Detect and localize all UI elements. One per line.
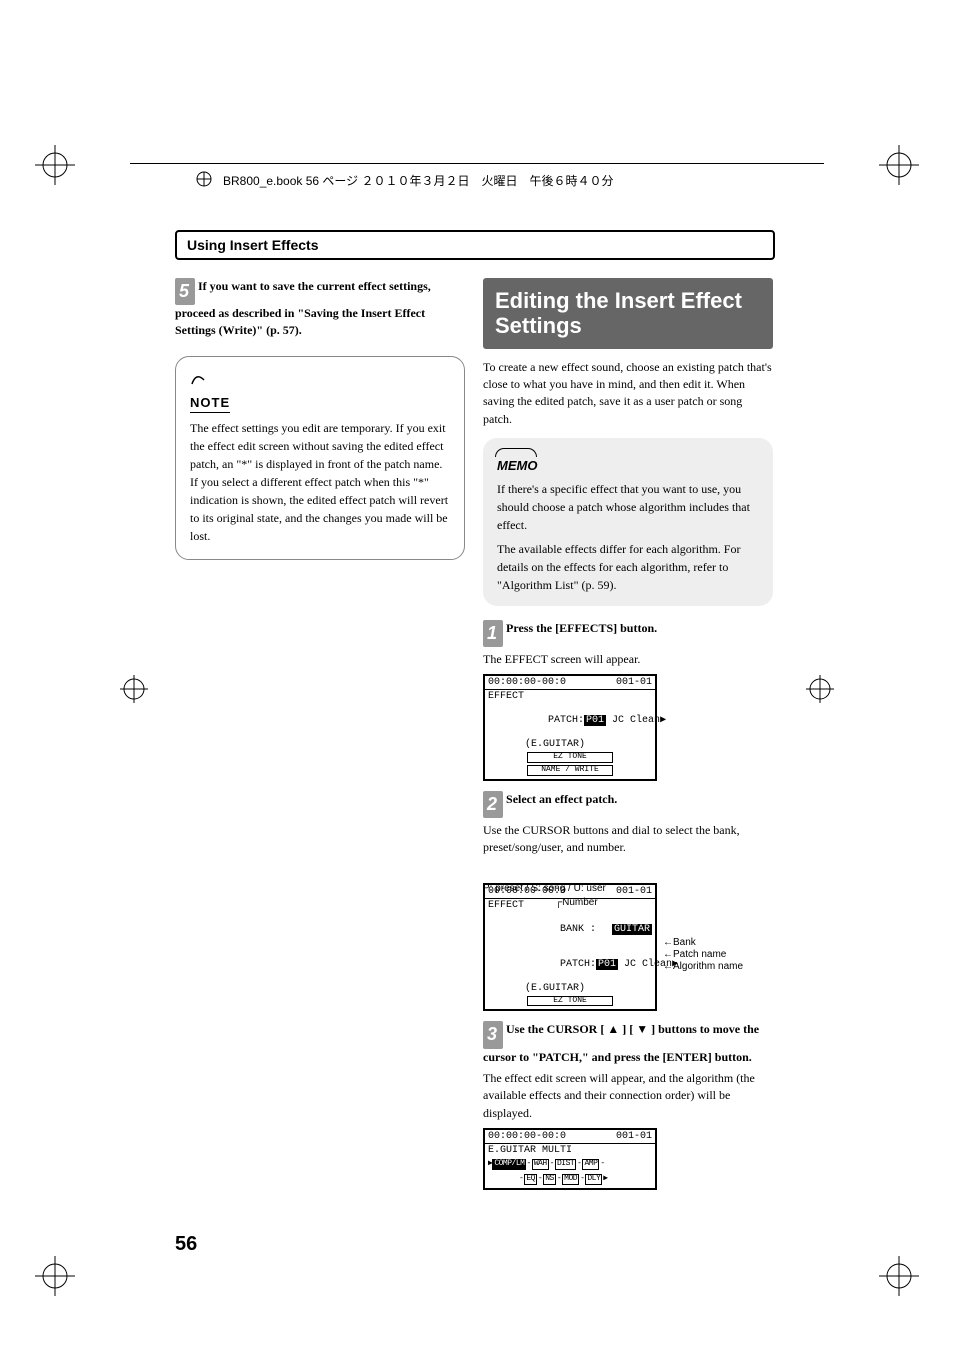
play-icon: ▶	[660, 715, 666, 726]
right-title: Editing the Insert Effect Settings	[483, 278, 773, 349]
lcd3-chain1: ▶COMP/LM-WAH-DIST-AMP-	[485, 1157, 655, 1172]
memo-paragraph-1: If there's a specific effect that you wa…	[497, 480, 759, 534]
crop-mark-br	[879, 1256, 919, 1296]
step-1-text: The EFFECT screen will appear.	[483, 651, 773, 668]
anno-algo: ←Algorithm name	[663, 961, 743, 972]
down-triangle-icon: ▼	[636, 1022, 648, 1036]
lcd3-line2: E.GUITAR MULTI	[485, 1144, 655, 1157]
step-1-bold: Press the [EFFECTS] button.	[506, 621, 657, 635]
note-box: NOTE The effect settings you edit are te…	[175, 356, 465, 561]
print-header-text: BR800_e.book 56 ページ ２０１０年３月２日 火曜日 午後６時４０…	[223, 172, 614, 189]
lcd1-time: 00:00:00-00:0	[488, 677, 566, 688]
lcd3-chain2: -EQ-NS-MOD-DLY▶	[485, 1172, 655, 1188]
lcd2-pos: 001-01	[616, 886, 652, 897]
up-triangle-icon: ▲	[607, 1022, 619, 1036]
memo-box: MEMO If there's a specific effect that y…	[483, 438, 773, 606]
lcd1-namewrite: NAME / WRITE	[527, 765, 613, 776]
note-label: NOTE	[190, 393, 230, 414]
print-header: BR800_e.book 56 ページ ２０１０年３月２日 火曜日 午後６時４０…	[195, 170, 614, 191]
section-header-text: Using Insert Effects	[187, 237, 318, 253]
step-3-number: 3	[483, 1021, 503, 1048]
lcd3-pos: 001-01	[616, 1131, 652, 1142]
lcd1-algo: (E.GUITAR)	[485, 738, 655, 751]
intro-text: To create a new effect sound, choose an …	[483, 359, 773, 429]
left-column: 5 If you want to save the current effect…	[175, 278, 465, 1200]
anno-bank: ←Bank	[663, 937, 696, 948]
right-column: Editing the Insert Effect Settings To cr…	[483, 278, 773, 1200]
memo-paragraph-2: The available effects differ for each al…	[497, 540, 759, 594]
lcd1-pos: 001-01	[616, 677, 652, 688]
crop-mark-tl	[35, 145, 75, 185]
anno-preset: P: preset / S: song / U: user	[483, 883, 606, 894]
lcd2-algo: (E.GUITAR)	[485, 982, 655, 995]
page-number: 56	[175, 1233, 197, 1256]
book-icon	[195, 170, 213, 191]
lcd-screen-3: 00:00:00-00:0 001-01 E.GUITAR MULTI ▶COM…	[483, 1128, 657, 1190]
step-3-bold: Use the CURSOR [ ▲ ] [ ▼ ] buttons to mo…	[483, 1022, 759, 1063]
step-5-text: If you want to save the current effect s…	[175, 279, 431, 337]
step-2-number: 2	[483, 791, 503, 818]
registration-mark-left	[120, 675, 148, 708]
lcd1-eztone: EZ TONE	[527, 752, 613, 763]
step-5-number: 5	[175, 278, 195, 305]
step-1-number: 1	[483, 620, 503, 647]
lcd2-bank-val: GUITAR	[612, 924, 652, 935]
lcd2-bank-label: BANK :	[560, 924, 596, 935]
lcd2-eztone: EZ TONE	[527, 996, 613, 1007]
registration-mark-right	[806, 675, 834, 708]
lcd-screen-1: 00:00:00-00:0 001-01 EFFECT PATCH:P01 JC…	[483, 674, 657, 781]
lcd1-patch-num: P01	[584, 715, 606, 726]
lcd1-patch-label: PATCH:	[548, 715, 584, 726]
note-icon	[190, 371, 450, 389]
step-3-text: The effect edit screen will appear, and …	[483, 1070, 773, 1122]
anno-patch: ←Patch name	[663, 949, 726, 960]
memo-label: MEMO	[497, 450, 537, 476]
crop-mark-tr	[879, 145, 919, 185]
note-text: The effect settings you edit are tempora…	[190, 419, 450, 545]
crop-mark-bl	[35, 1256, 75, 1296]
lcd1-patch-name: JC Clean	[606, 715, 660, 726]
section-header: Using Insert Effects	[175, 230, 775, 260]
anno-number: ┌Number	[555, 897, 598, 908]
lcd2-patch-num: P01	[596, 959, 618, 970]
lcd2-patch-label: PATCH:	[560, 959, 596, 970]
step-2-bold: Select an effect patch.	[506, 792, 617, 806]
lcd3-time: 00:00:00-00:0	[488, 1131, 566, 1142]
step-2-text: Use the CURSOR buttons and dial to selec…	[483, 822, 773, 857]
lcd1-line2: EFFECT	[485, 690, 655, 703]
